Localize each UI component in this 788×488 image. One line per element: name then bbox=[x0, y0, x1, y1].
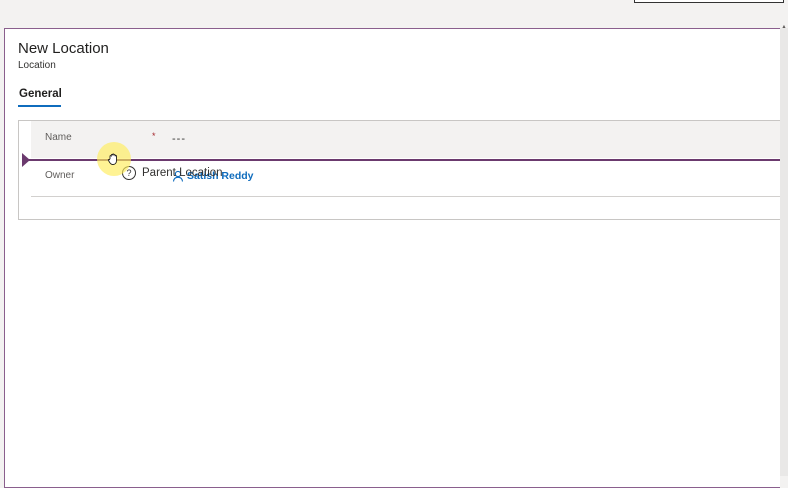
name-field-label: Name bbox=[45, 132, 72, 143]
form-subtitle: Location bbox=[18, 60, 56, 71]
tab-general[interactable]: General bbox=[19, 88, 62, 100]
name-field-value[interactable]: --- bbox=[172, 133, 186, 145]
active-tab-indicator bbox=[18, 105, 61, 107]
row-divider bbox=[31, 196, 780, 197]
dragged-field-label[interactable]: Parent Location bbox=[142, 167, 223, 179]
form-canvas bbox=[4, 28, 780, 488]
form-title: New Location bbox=[18, 40, 109, 57]
vertical-scrollbar[interactable] bbox=[780, 28, 788, 476]
name-field-row[interactable] bbox=[31, 121, 780, 158]
drop-indicator-arrow-icon bbox=[22, 153, 30, 167]
required-indicator: * bbox=[152, 131, 156, 141]
top-right-box[interactable] bbox=[634, 0, 784, 3]
owner-field-label: Owner bbox=[45, 170, 75, 181]
drop-indicator-line bbox=[28, 159, 780, 161]
grab-hand-icon bbox=[107, 153, 117, 165]
